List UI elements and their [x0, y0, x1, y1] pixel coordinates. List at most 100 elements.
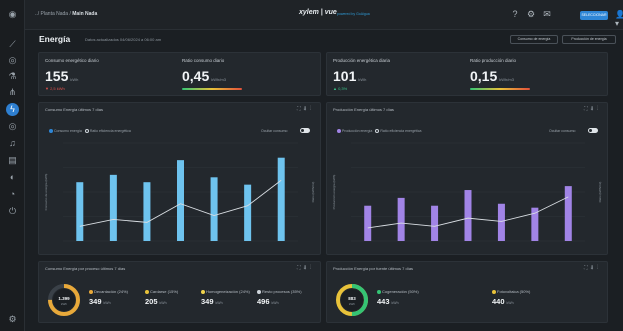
network-icon[interactable]: ⋔ [6, 86, 19, 99]
breakdown-dot-icon [257, 289, 261, 294]
produccion-chart-legend[interactable]: Producción energía Ratio eficiencia energ… [337, 129, 421, 134]
breakdown-item: Cogeneración (50%) 443 kWh [377, 289, 419, 306]
gauge-icon[interactable]: ◔ [6, 188, 19, 201]
consumo-proceso-panel: Consumo Energía por proceso últimos 7 dí… [38, 261, 321, 323]
breakdown-item-text: Homogeneización (24%) [206, 289, 250, 294]
consumo-toggle-label: Ocultar consumo [261, 129, 288, 133]
consumo-diario-unit: kWh [70, 77, 79, 82]
breakdown-item-unit: kWh [215, 301, 223, 305]
updated-timestamp: Datos actualizados 04/06/2024 a 06:00 am [85, 37, 162, 42]
location-pin-icon[interactable]: ◉ [6, 8, 19, 21]
energy-bolt-icon[interactable]: ϟ [6, 103, 19, 116]
mail-icon[interactable]: ✉ [542, 9, 552, 19]
consumo-chart-panel: Consumo Energía últimos 7 días ⛶⬇⋮ Consu… [38, 102, 321, 255]
breakdown-dot-icon [201, 289, 205, 294]
coin-icon[interactable]: ◎ [6, 120, 19, 133]
bar [431, 205, 439, 241]
breakdown-dot-icon [377, 289, 381, 294]
legend-dot-icon [337, 129, 341, 134]
bar [531, 207, 539, 241]
bar [277, 157, 285, 241]
document-icon[interactable]: ▤ [6, 154, 19, 167]
layers-icon[interactable]: ◐ [6, 171, 19, 184]
breakdown-item-text: Fotovoltaica (50%) [497, 289, 531, 294]
settings-icon[interactable]: ⚙ [526, 9, 536, 19]
bar [244, 184, 252, 241]
breakdown-item-value: 443 kWh [377, 297, 399, 306]
produccion-toggle[interactable] [588, 128, 598, 133]
user-menu-icon[interactable]: 👤▾ [615, 10, 623, 28]
breakdown-item-label: Decantación (24%) [89, 289, 128, 294]
kpi-produccion-panel: Producción energética diaria 101 kWh ▲ 0,… [326, 52, 608, 96]
consumo-proceso-tools[interactable]: ⛶⬇⋮ [297, 265, 314, 271]
bar [397, 197, 405, 241]
legend-consumo-label: Consumo energía [54, 129, 82, 133]
bar [177, 160, 184, 241]
produccion-total-unit: kWh [349, 302, 355, 306]
breakdown-item-value: 496 kWh [257, 297, 279, 306]
ratio-consumo-value: 0,45 kWh/m3 [182, 68, 226, 84]
ratio-consumo-label: Ratio consumo diario [182, 58, 225, 63]
breakdown-item: Fotovoltaica (50%) 440 kWh [492, 289, 530, 306]
consumo-chart-tools[interactable]: ⛶⬇⋮ [297, 106, 314, 112]
breakdown-item-unit: kWh [103, 301, 111, 305]
produccion-energia-button[interactable]: Producción de energía [562, 35, 616, 44]
bar [143, 182, 151, 241]
flask-icon[interactable]: ⚗ [6, 70, 19, 83]
produccion-fuente-tools[interactable]: ⛶⬇⋮ [584, 265, 601, 271]
produccion-total-value: 883 [348, 296, 356, 301]
legend-hollow-icon [375, 129, 380, 134]
breakdown-item: Cardarse (15%) 205 kWh [145, 289, 178, 306]
consumo-total-unit: kWh [61, 302, 67, 306]
produccion-chart-tools[interactable]: ⛶⬇⋮ [584, 106, 601, 112]
consumo-diario-value: 155 kWh [45, 68, 78, 84]
settings-icon[interactable]: ⚙ [6, 313, 19, 326]
breakdown-item-unit: kWh [506, 301, 514, 305]
legend-ratio-label: Ratio eficiencia energética [89, 129, 131, 133]
ratio-produccion-number: 0,15 [470, 68, 498, 84]
produccion-diaria-unit: kWh [358, 77, 367, 82]
help-icon[interactable]: ? [510, 9, 520, 19]
target-icon[interactable]: ◎ [6, 54, 19, 67]
y-axis-label-right: Ratio (kWh/m3) [598, 182, 602, 203]
breakdown-item-label: Cogeneración (50%) [377, 289, 419, 294]
page-header: Energía Datos actualizados 04/06/2024 a … [25, 31, 623, 48]
brand-subtitle: powered by GoAigua [337, 12, 370, 16]
bar [564, 186, 572, 241]
site-selector-button[interactable]: SELECCIONAR [580, 11, 608, 20]
consumo-chart-legend[interactable]: Consumo energía Ratio eficiencia energéti… [49, 129, 131, 134]
breakdown-item: Homogeneización (24%) 349 kWh [201, 289, 250, 306]
produccion-diaria-number: 101 [333, 68, 357, 84]
consumo-chart: Consumo de energía (kWh) Ratio (kWh/m3) [44, 142, 315, 242]
consumo-energia-button[interactable]: Consumo de energía [510, 35, 558, 44]
breadcrumb-prefix[interactable]: ../ Planta Nada / [35, 11, 71, 17]
breakdown-item-text: Decantación (24%) [94, 289, 129, 294]
breakdown-item-value: 349 kWh [201, 297, 223, 306]
consumo-donut: 1.399 kWh [46, 282, 82, 323]
ratio-consumo-gauge [182, 88, 242, 90]
bell-icon[interactable]: ♫ [6, 137, 19, 150]
bar [364, 205, 372, 241]
breakdown-dot-icon [89, 289, 93, 294]
ratio-consumo-unit: kWh/m3 [211, 77, 226, 82]
breakdown-item-text: Cogeneración (50%) [382, 289, 419, 294]
breakdown-item-unit: kWh [271, 301, 279, 305]
breakdown-item-unit: kWh [159, 301, 167, 305]
consumo-proceso-title: Consumo Energía por proceso últimos 7 dí… [45, 266, 126, 271]
ratio-produccion-gauge [470, 88, 530, 90]
breakdown-item-value: 349 kWh [89, 297, 111, 306]
produccion-diaria-label: Producción energética diaria [333, 58, 391, 63]
power-icon[interactable]: ⏻ [6, 205, 19, 218]
produccion-chart-panel: Producción Energía últimos 7 días ⛶⬇⋮ Pr… [326, 102, 608, 255]
consumo-toggle[interactable] [300, 128, 310, 133]
legend-hollow-icon [84, 129, 89, 134]
brand-logo: xylem | vue [299, 9, 337, 16]
breakdown-item-label: Cardarse (15%) [145, 289, 178, 294]
y-axis-label-right: Ratio (kWh/m3) [311, 182, 315, 203]
consumo-chart-title: Consumo Energía últimos 7 días [45, 107, 104, 112]
breadcrumb[interactable]: ../ Planta Nada / Main Nada [35, 11, 97, 17]
chart-line-icon[interactable]: ⟋ [6, 38, 19, 51]
kpi-consumo-panel: Consumo energético diario 155 kWh ▼ 2,5 k… [38, 52, 321, 96]
ratio-consumo-number: 0,45 [182, 68, 210, 84]
y-axis-label-left: Producción energía (kWh) [332, 175, 336, 210]
